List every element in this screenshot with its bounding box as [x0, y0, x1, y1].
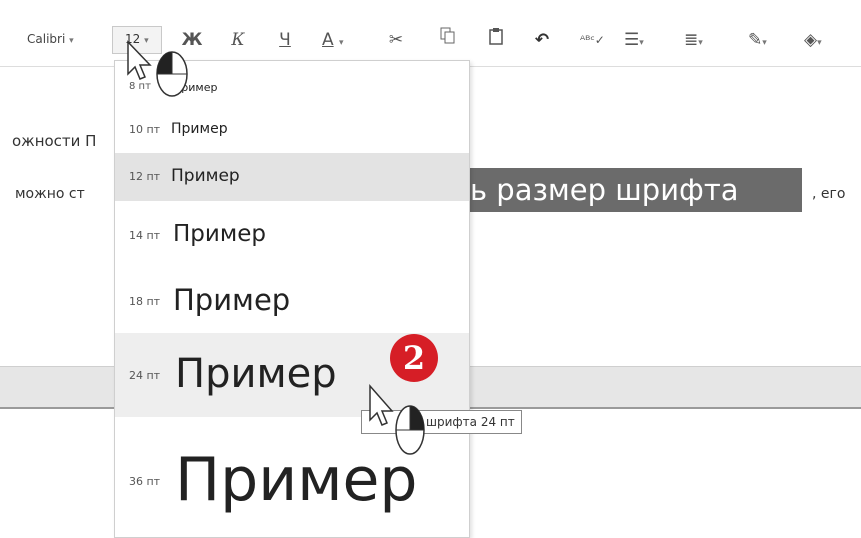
- font-size-label: 12 пт: [129, 170, 161, 183]
- step-number-badge: 2: [390, 334, 438, 382]
- font-preview: Пример: [171, 121, 228, 137]
- undo-icon[interactable]: ↶: [530, 26, 554, 54]
- font-preview: Пример: [171, 166, 240, 186]
- font-preview: Пример: [175, 351, 337, 397]
- font-size-label: 14 пт: [129, 229, 161, 242]
- list-icon[interactable]: ☰▾: [624, 26, 664, 54]
- italic-button[interactable]: К: [226, 26, 250, 54]
- pen-icon[interactable]: ✎▾: [748, 26, 788, 54]
- font-size-label: 10 пт: [129, 123, 161, 136]
- copy-icon[interactable]: [436, 26, 460, 54]
- font-preview: Пример: [173, 283, 291, 317]
- font-preview: Пример: [173, 221, 266, 247]
- fill-icon[interactable]: ◈▾: [804, 26, 844, 54]
- mouse-cursor-icon: [127, 40, 188, 97]
- indent-icon[interactable]: ≣▾: [684, 26, 724, 54]
- font-size-dropdown: 8 пт Пример 10 пт Пример 12 пт Пример 14…: [114, 60, 470, 538]
- underline-button[interactable]: Ч: [273, 26, 297, 54]
- font-size-option-18[interactable]: 18 пт Пример: [115, 271, 469, 331]
- font-size-label: 18 пт: [129, 295, 161, 308]
- font-name-select[interactable]: Calibri ▾: [27, 32, 74, 46]
- tooltip-text: шрифта 24 пт: [426, 415, 515, 429]
- spellcheck-icon[interactable]: ᴬᴮᶜ✓: [580, 26, 605, 54]
- chevron-down-icon: ▾: [339, 38, 344, 48]
- font-size-option-14[interactable]: 14 пт Пример: [115, 209, 469, 261]
- font-size-option-12[interactable]: 12 пт Пример: [115, 153, 469, 201]
- selected-text[interactable]: ь размер шрифта: [462, 168, 802, 212]
- document-text-line-2: можно ст: [15, 186, 85, 202]
- paste-icon[interactable]: [484, 26, 508, 54]
- font-size-label: 24 пт: [129, 369, 161, 382]
- mouse-cursor-icon: [369, 384, 425, 455]
- font-color-icon: А: [322, 30, 334, 50]
- font-name-value: Calibri: [27, 32, 66, 46]
- document-text-tail: , его: [812, 186, 846, 202]
- cut-icon[interactable]: ✂: [384, 26, 408, 54]
- chevron-down-icon: ▾: [69, 36, 74, 46]
- document-text-line-1: ожности П: [12, 132, 97, 150]
- font-color-button[interactable]: А ▾: [322, 26, 362, 54]
- font-size-label: 36 пт: [129, 475, 161, 488]
- font-size-option-10[interactable]: 10 пт Пример: [115, 111, 469, 149]
